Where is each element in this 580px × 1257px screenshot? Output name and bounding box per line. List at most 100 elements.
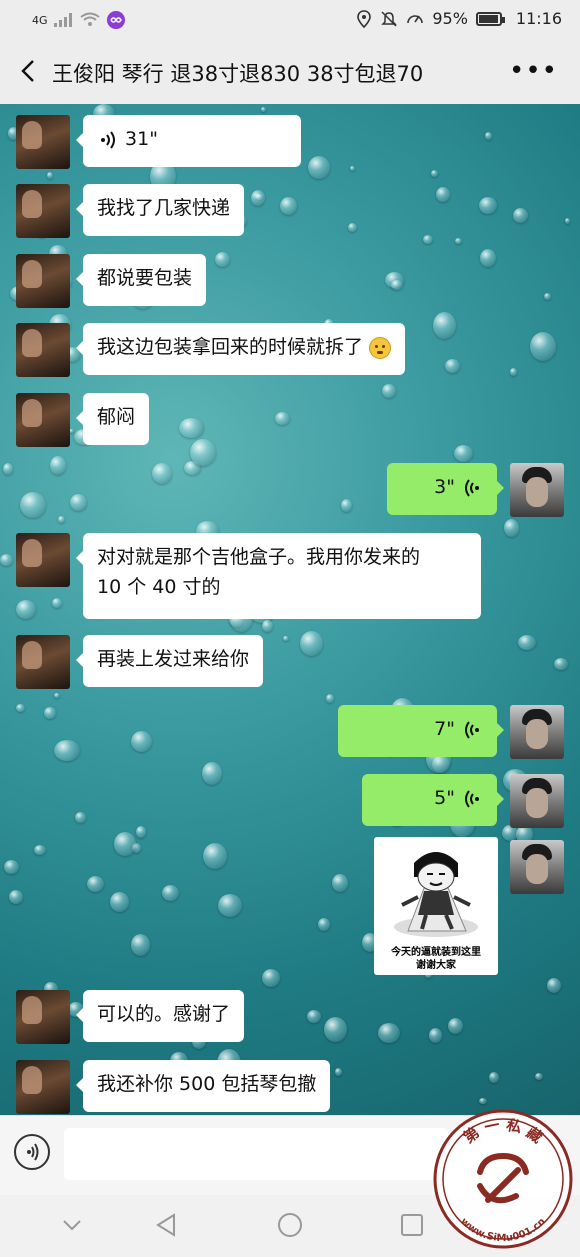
chat-title: 王俊阳 琴行 退38寸退830 38寸包退70 [52, 62, 424, 86]
voice-duration: 31" [125, 128, 158, 150]
contact-avatar[interactable] [16, 1060, 70, 1114]
rain-drop [75, 812, 86, 823]
voice-wave-icon [465, 720, 479, 739]
rain-drop [431, 170, 438, 177]
rain-drop [544, 293, 551, 300]
my-avatar[interactable] [510, 840, 564, 894]
rain-drop [479, 197, 497, 214]
rain-drop [489, 1072, 499, 1083]
home-circle-icon[interactable] [276, 1211, 304, 1239]
rain-drop [448, 1018, 463, 1034]
rain-drop [16, 704, 25, 712]
contact-avatar[interactable] [16, 115, 70, 169]
rain-drop [454, 445, 473, 462]
worried-face-emoji-icon [369, 336, 392, 359]
rain-drop [179, 418, 204, 438]
app-badge-icon [106, 11, 125, 29]
rain-drop [445, 359, 460, 373]
text-message[interactable]: 可以的。感谢了 [75, 990, 245, 1042]
hide-keyboard-icon[interactable] [58, 1211, 86, 1239]
rain-drop [535, 1073, 543, 1080]
chat-header: 王俊阳 琴行 退38寸退830 38寸包退70 ••• [0, 40, 580, 105]
rain-drop [280, 197, 297, 215]
rain-drop [44, 707, 56, 719]
rain-drop [0, 554, 13, 566]
rain-drop [87, 876, 104, 892]
battery-icon [475, 11, 505, 26]
voice-wave-icon [27, 1143, 39, 1161]
rain-drop [350, 166, 355, 171]
my-avatar[interactable] [510, 774, 564, 828]
rain-drop [565, 218, 570, 224]
voice-input-button[interactable] [14, 1134, 50, 1170]
rain-drop [162, 885, 179, 901]
rain-drop [480, 249, 496, 267]
text-message[interactable]: 再装上发过来给你 [75, 635, 264, 687]
message-text: 我这边包装拿回来的时候就拆了 [97, 336, 364, 358]
rain-drop [300, 631, 323, 656]
rain-drop [218, 894, 242, 917]
rain-drop [58, 516, 65, 523]
my-avatar[interactable] [510, 463, 564, 517]
voice-wave-icon [101, 130, 115, 149]
mute-icon [381, 10, 398, 27]
text-message[interactable]: 都说要包装 [75, 254, 207, 306]
rain-drop [114, 832, 136, 856]
contact-avatar[interactable] [16, 990, 70, 1044]
voice-message[interactable]: 7" [338, 705, 504, 757]
sticker-message[interactable]: 今天的逼就装到这里 谢谢大家 [374, 837, 498, 975]
text-message[interactable]: 对对就是那个吉他盒子。我用你发来的 10 个 40 寸的 [76, 533, 481, 619]
voice-duration: 5" [434, 787, 455, 809]
message-text: 我还补你 500 包括琴包撤 [97, 1073, 317, 1095]
voice-message[interactable]: 3" [387, 463, 504, 515]
sticker-caption: 今天的逼就装到这里 [391, 947, 481, 958]
rain-drop [391, 280, 403, 290]
rain-drop [504, 519, 519, 537]
rain-drop [251, 190, 265, 206]
rain-drop [513, 208, 528, 223]
rain-drop [308, 156, 330, 179]
contact-avatar[interactable] [16, 323, 70, 377]
contact-avatar[interactable] [16, 533, 70, 587]
rain-drop [202, 762, 222, 785]
text-message[interactable]: 我还补你 500 包括琴包撤 [75, 1060, 331, 1112]
text-message[interactable]: 我找了几家快递 [75, 184, 245, 236]
rain-drop [54, 693, 60, 698]
voice-message[interactable]: 5" [362, 774, 504, 826]
back-triangle-icon[interactable] [152, 1211, 180, 1239]
text-message[interactable]: 我这边包装拿回来的时候就拆了 [75, 323, 406, 375]
rain-drop [307, 1010, 321, 1023]
rain-drop [335, 1068, 342, 1076]
rain-drop [429, 1028, 442, 1043]
wifi-icon [79, 12, 100, 26]
recents-square-icon[interactable] [398, 1211, 426, 1239]
rain-drop [530, 332, 556, 361]
rain-drop [131, 934, 150, 956]
rain-drop [318, 918, 330, 931]
voice-duration: 7" [434, 718, 455, 740]
contact-avatar[interactable] [16, 184, 70, 238]
rain-drop [455, 238, 462, 244]
speed-icon [407, 14, 424, 23]
clock: 11:16 [515, 9, 562, 28]
battery-percent: 95% [432, 9, 468, 28]
more-options-icon[interactable]: ••• [509, 56, 558, 86]
rain-drop [3, 463, 13, 475]
rain-drop [190, 439, 216, 466]
chat-area[interactable]: 31" 我找了几家快递 都说要包装 我这边包装拿回来的时候就拆了 郁闷 3" 对… [0, 104, 580, 1115]
voice-message[interactable]: 31" [76, 115, 301, 167]
rain-drop [510, 368, 517, 376]
text-message[interactable]: 郁闷 [75, 393, 150, 445]
rain-drop [485, 132, 492, 140]
contact-avatar[interactable] [16, 393, 70, 447]
my-avatar[interactable] [510, 705, 564, 759]
message-input[interactable] [64, 1128, 448, 1180]
rain-drop [332, 874, 348, 892]
rain-drop [326, 694, 334, 703]
location-icon [357, 9, 372, 28]
rain-drop [54, 740, 80, 761]
contact-avatar[interactable] [16, 254, 70, 308]
contact-avatar[interactable] [16, 635, 70, 689]
back-arrow-icon[interactable] [16, 58, 42, 84]
rain-drop [423, 235, 433, 244]
